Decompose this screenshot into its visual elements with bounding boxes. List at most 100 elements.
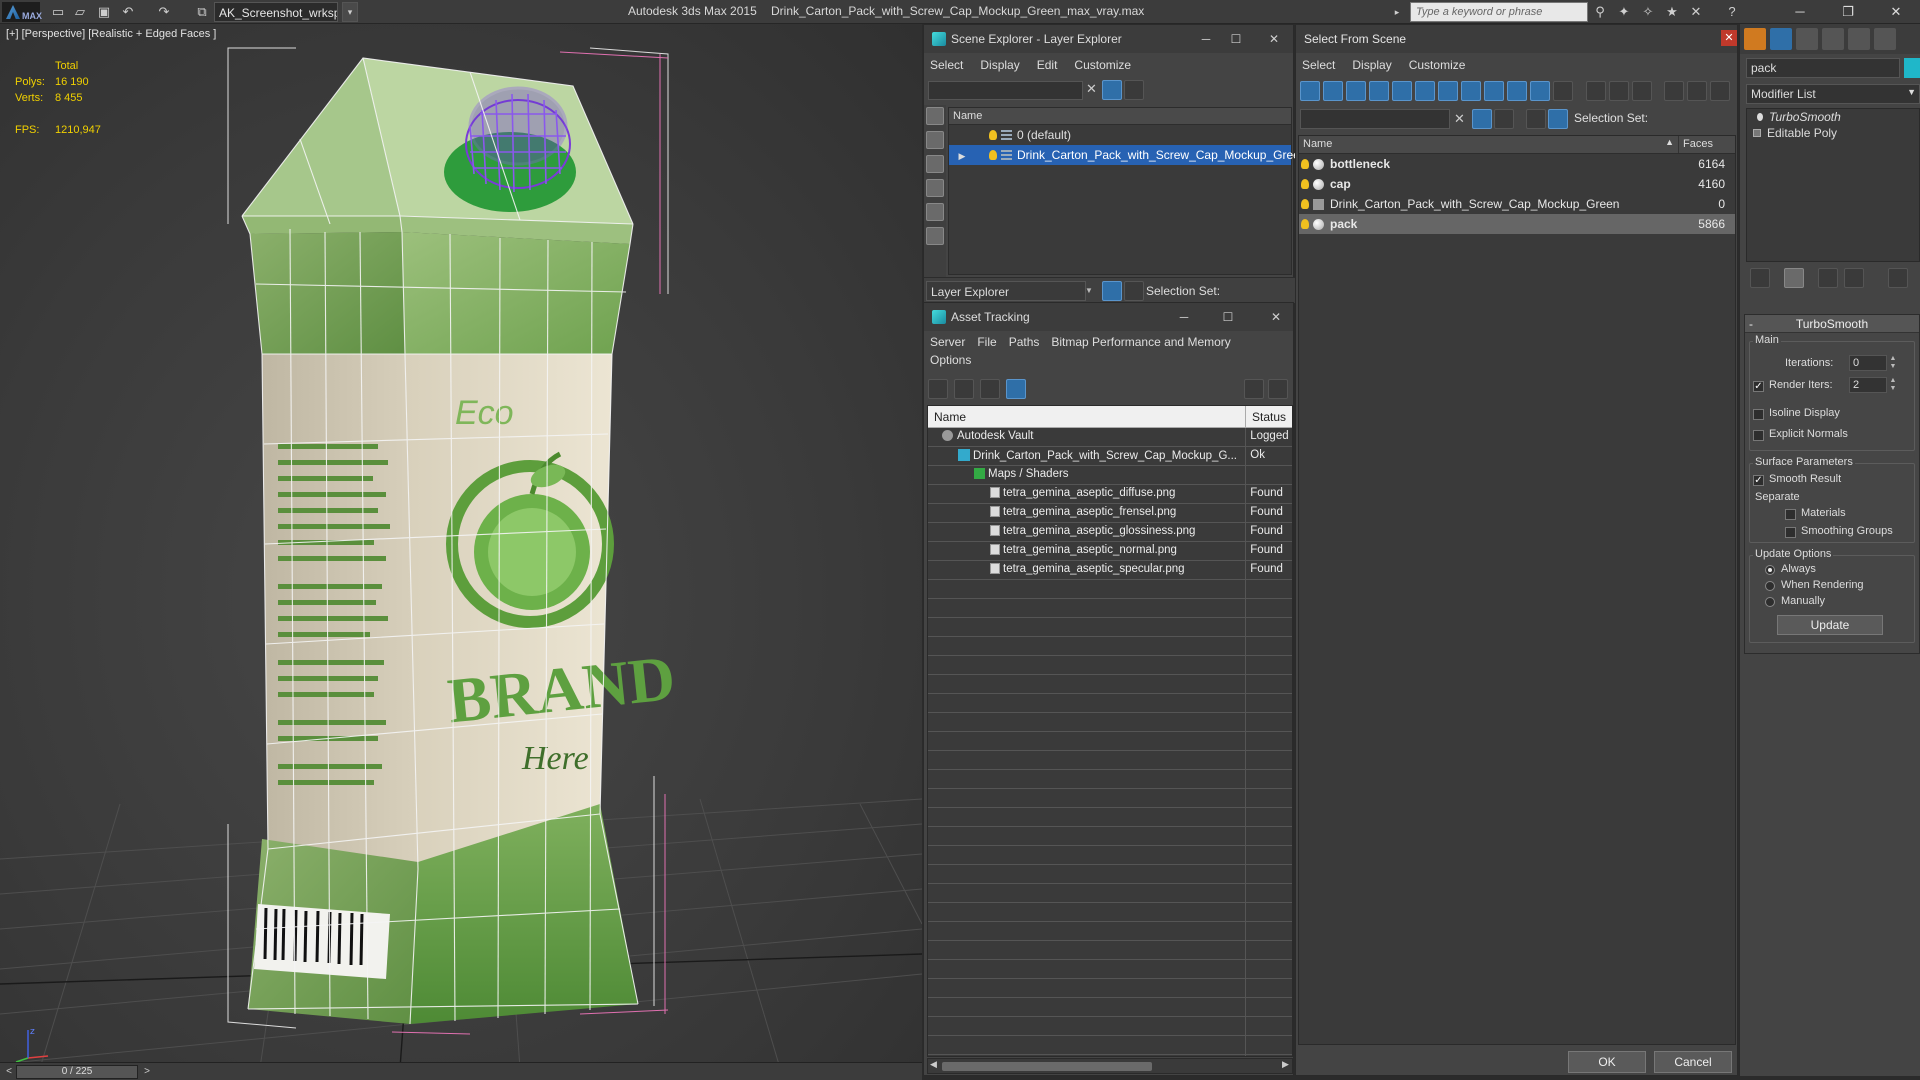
layer-row-default[interactable]: 0 (default): [949, 125, 1291, 145]
materials-checkbox[interactable]: [1785, 509, 1796, 520]
menu-edit[interactable]: Edit: [1037, 58, 1058, 72]
object-color-swatch[interactable]: [1904, 58, 1920, 78]
viewport-label-menu[interactable]: [+] [Perspective] [Realistic + Edged Fac…: [6, 28, 216, 40]
menu-bitmap-performance[interactable]: Bitmap Performance and Memory: [1051, 335, 1230, 349]
close-icon[interactable]: ✕: [1876, 0, 1916, 24]
new-file-icon[interactable]: ▭: [48, 3, 68, 21]
column-name[interactable]: Name: [928, 406, 1246, 427]
explorer-mode-dropdown[interactable]: Layer Explorer: [926, 281, 1086, 301]
help-icon[interactable]: ?: [1722, 3, 1742, 21]
hierarchy-toggle-icon[interactable]: [1124, 281, 1144, 301]
list-view-icon[interactable]: [954, 379, 974, 399]
object-row[interactable]: pack 5866: [1299, 214, 1735, 234]
redo-icon[interactable]: ↷: [154, 3, 174, 21]
horizontal-scrollbar[interactable]: ◀ ▶: [927, 1058, 1293, 1074]
display-shapes-icon[interactable]: [926, 131, 944, 149]
object-name-input[interactable]: pack: [1746, 58, 1900, 78]
subscription-icon[interactable]: ✧: [1638, 3, 1658, 21]
menu-select[interactable]: Select: [1302, 58, 1335, 72]
select-invert-icon[interactable]: [1632, 81, 1652, 101]
maximize-icon[interactable]: ☐: [1224, 30, 1248, 48]
show-end-result-icon[interactable]: [1784, 268, 1804, 288]
modifier-list-dropdown[interactable]: Modifier List ▼: [1746, 84, 1920, 104]
spinner-arrows-icon[interactable]: ▲ ▼: [1889, 377, 1897, 393]
select-none-icon[interactable]: [1609, 81, 1629, 101]
filter-groups-icon[interactable]: [1438, 81, 1458, 101]
column-status[interactable]: Status: [1246, 406, 1292, 427]
layers-toggle-icon[interactable]: [1102, 281, 1122, 301]
perspective-viewport[interactable]: Eco BRAND Here [+] [Perspective] [Realis…: [0, 24, 922, 1068]
filter-hidden-icon[interactable]: [1553, 81, 1573, 101]
display-helpers-icon[interactable]: [926, 203, 944, 221]
smooth-result-checkbox[interactable]: ✓: [1753, 475, 1764, 486]
time-next-icon[interactable]: >: [140, 1063, 154, 1080]
filter-lights-icon[interactable]: [1346, 81, 1366, 101]
scroll-left-icon[interactable]: ◀: [930, 1059, 937, 1070]
layer-filter-icon[interactable]: [1494, 109, 1514, 129]
iterations-spinner[interactable]: 0: [1849, 355, 1887, 371]
menu-select[interactable]: Select: [930, 58, 963, 72]
display-geometry-icon[interactable]: [926, 107, 944, 125]
utilities-tab-icon[interactable]: [1874, 28, 1896, 50]
menu-customize[interactable]: Customize: [1409, 58, 1466, 72]
hierarchy-toggle-icon[interactable]: [1548, 109, 1568, 129]
sort-filter-icon[interactable]: [1664, 81, 1684, 101]
column-name[interactable]: Name ▲: [1299, 136, 1679, 153]
manually-radio[interactable]: [1765, 597, 1775, 607]
exchange-icon[interactable]: ✕: [1686, 3, 1706, 21]
isoline-display-checkbox[interactable]: [1753, 409, 1764, 420]
tools-icon[interactable]: ✦: [1614, 3, 1634, 21]
cancel-button[interactable]: Cancel: [1654, 1051, 1732, 1073]
help-icon[interactable]: [1244, 379, 1264, 399]
settings-icon[interactable]: [1268, 379, 1288, 399]
asset-row[interactable]: tetra_gemina_aseptic_normal.png Found: [928, 542, 1292, 561]
light-bulb-icon[interactable]: [1301, 159, 1309, 169]
asset-row[interactable]: Autodesk Vault Logged: [928, 428, 1292, 447]
maximize-icon[interactable]: ☐: [1216, 308, 1240, 326]
light-bulb-icon[interactable]: [989, 130, 997, 140]
smoothing-groups-checkbox[interactable]: [1785, 527, 1796, 538]
render-iters-spinner[interactable]: 2: [1849, 377, 1887, 393]
asset-tracking-titlebar[interactable]: Asset Tracking ─ ☐ ✕: [924, 303, 1293, 331]
display-lights-icon[interactable]: [926, 155, 944, 173]
scene-explorer-titlebar[interactable]: Scene Explorer - Layer Explorer ─ ☐ ✕: [924, 25, 1293, 53]
sort-hierarchy-icon[interactable]: [1687, 81, 1707, 101]
make-unique-icon[interactable]: [1818, 268, 1838, 288]
ok-button[interactable]: OK: [1568, 1051, 1646, 1073]
filter-icon[interactable]: [1102, 80, 1122, 100]
drink-carton-model[interactable]: Eco BRAND Here: [0, 24, 922, 1068]
turbosmooth-rollout-header[interactable]: - TurboSmooth: [1745, 315, 1919, 333]
close-icon[interactable]: ✕: [1721, 30, 1737, 46]
favorites-star-icon[interactable]: ★: [1662, 3, 1682, 21]
menu-display[interactable]: Display: [980, 58, 1019, 72]
menu-display[interactable]: Display: [1352, 58, 1391, 72]
remove-modifier-icon[interactable]: [1844, 268, 1864, 288]
refresh-icon[interactable]: [928, 379, 948, 399]
stack-item-turbosmooth[interactable]: TurboSmooth: [1747, 109, 1919, 125]
display-cameras-icon[interactable]: [926, 179, 944, 197]
infocenter-search-input[interactable]: Type a keyword or phrase: [1410, 2, 1588, 22]
filter-containers-icon[interactable]: [1507, 81, 1527, 101]
light-bulb-icon[interactable]: [1301, 179, 1309, 189]
when-rendering-radio[interactable]: [1765, 581, 1775, 591]
filter-helpers-icon[interactable]: [1392, 81, 1412, 101]
menu-customize[interactable]: Customize: [1074, 58, 1131, 72]
undo-icon[interactable]: ↶: [118, 3, 138, 21]
object-row[interactable]: Drink_Carton_Pack_with_Screw_Cap_Mockup_…: [1299, 194, 1735, 214]
select-from-scene-titlebar[interactable]: Select From Scene ✕: [1296, 25, 1737, 53]
hierarchy-tab-icon[interactable]: [1796, 28, 1818, 50]
workspace-dropdown[interactable]: AK_Screenshot_wrksp: [214, 2, 338, 22]
render-iters-checkbox[interactable]: ✓: [1753, 381, 1764, 392]
time-slider[interactable]: 0 / 225: [16, 1065, 138, 1079]
asset-row[interactable]: tetra_gemina_aseptic_diffuse.png Found: [928, 485, 1292, 504]
select-all-icon[interactable]: [1586, 81, 1606, 101]
filter-cameras-icon[interactable]: [1369, 81, 1389, 101]
filter-frozen-icon[interactable]: [1530, 81, 1550, 101]
project-folder-icon[interactable]: ⧉: [192, 3, 212, 21]
menu-paths[interactable]: Paths: [1009, 335, 1040, 349]
object-row[interactable]: cap 4160: [1299, 174, 1735, 194]
asset-row[interactable]: Maps / Shaders: [928, 466, 1292, 485]
asset-row[interactable]: tetra_gemina_aseptic_specular.png Found: [928, 561, 1292, 580]
column-faces[interactable]: Faces: [1679, 136, 1729, 153]
layer-filter-icon[interactable]: [1124, 80, 1144, 100]
